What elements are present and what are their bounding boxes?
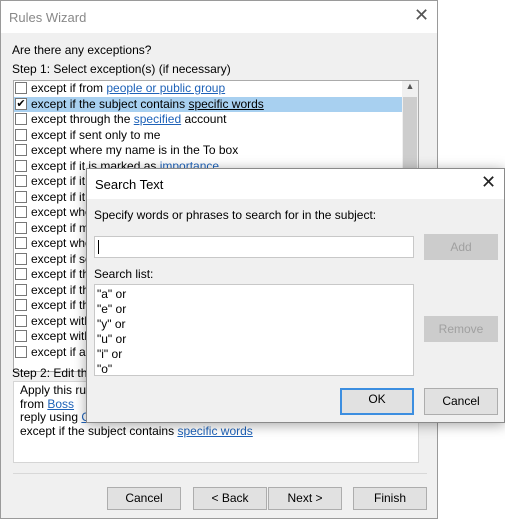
exception-label: except where my name is in the To box — [31, 143, 238, 158]
checkbox[interactable] — [15, 252, 27, 265]
remove-button[interactable]: Remove — [424, 316, 498, 342]
step1-label: Step 1: Select exception(s) (if necessar… — [12, 62, 231, 76]
exception-text: except through the — [31, 112, 134, 126]
search-list-item[interactable]: "e" or — [97, 302, 411, 317]
checkbox[interactable] — [15, 144, 27, 156]
search-text-dialog: Search Text ✕ Specify words or phrases t… — [86, 168, 505, 423]
checkbox[interactable] — [15, 175, 27, 187]
exception-label: except if from people or public group — [31, 81, 225, 96]
checkbox[interactable] — [15, 314, 27, 327]
search-list-label: Search list: — [94, 267, 154, 281]
exception-text: except if sent only to me — [31, 127, 161, 142]
checkbox[interactable] — [15, 283, 27, 296]
search-words-input[interactable] — [94, 236, 414, 258]
search-list-item[interactable]: "i" or — [97, 347, 411, 362]
exception-label: except with — [31, 329, 91, 344]
checkbox[interactable] — [15, 82, 27, 94]
dialog-title-bar: Search Text ✕ — [87, 169, 504, 199]
exception-label: except if the subject contains specific … — [31, 97, 264, 112]
desc-text: except if the subject contains — [20, 423, 178, 438]
checkbox[interactable] — [15, 299, 27, 311]
exception-text: except with — [31, 313, 92, 328]
window-title: Rules Wizard — [9, 10, 87, 25]
add-button[interactable]: Add — [424, 234, 498, 260]
exception-row[interactable]: except where my name is in the To box — [14, 143, 402, 159]
ok-button[interactable]: OK — [340, 388, 414, 415]
checkbox[interactable] — [15, 345, 27, 358]
text-caret — [98, 240, 99, 254]
prompt-label: Specify words or phrases to search for i… — [94, 208, 377, 222]
checkbox[interactable] — [15, 330, 27, 342]
exception-text: account — [181, 112, 227, 126]
exception-text: except where my name is in the To box — [31, 143, 239, 157]
back-button[interactable]: < Back — [193, 487, 267, 510]
scroll-up-icon[interactable]: ▲ — [402, 81, 418, 97]
exception-text: except if the subject contains — [31, 96, 189, 111]
dialog-cancel-button[interactable]: Cancel — [424, 388, 498, 415]
checkbox[interactable] — [15, 221, 27, 234]
divider — [13, 473, 427, 474]
question-label: Are there any exceptions? — [12, 43, 152, 57]
search-list[interactable]: "a" or "e" or "y" or "u" or "i" or "o" — [94, 284, 414, 376]
checkbox-checked[interactable]: ✔ — [15, 97, 27, 110]
checkbox[interactable] — [15, 113, 27, 125]
exception-link[interactable]: specific words — [188, 97, 263, 111]
desc-text: reply using — [20, 410, 82, 424]
checkbox[interactable] — [15, 128, 27, 141]
checkbox[interactable] — [15, 237, 27, 249]
checkbox[interactable] — [15, 159, 27, 172]
exception-link[interactable]: people or public group — [106, 81, 225, 95]
exception-row[interactable]: except if sent only to me — [14, 128, 402, 144]
search-list-item[interactable]: "y" or — [97, 317, 411, 332]
dialog-title: Search Text — [95, 177, 164, 192]
checkbox[interactable] — [15, 190, 27, 203]
exception-label: except if sent only to me — [31, 128, 160, 143]
exception-label: except with — [31, 314, 91, 329]
exception-label: except through the specified account — [31, 112, 227, 127]
search-list-item[interactable]: "a" or — [97, 287, 411, 302]
specific-words-link[interactable]: specific words — [177, 424, 252, 438]
checkbox[interactable] — [15, 206, 27, 218]
exception-row[interactable]: ✔ except if the subject contains specific… — [14, 96, 402, 112]
exception-text: except with — [31, 329, 92, 343]
exception-row[interactable]: except if from people or public group — [14, 81, 402, 97]
next-button[interactable]: Next > — [268, 487, 342, 510]
exception-row[interactable]: except through the specified account — [14, 112, 402, 128]
desc-text: from — [20, 396, 48, 411]
close-icon[interactable]: ✕ — [481, 172, 496, 193]
search-list-item[interactable]: "o" — [97, 362, 411, 375]
cancel-button[interactable]: Cancel — [107, 487, 181, 510]
exception-link[interactable]: specified — [134, 112, 181, 126]
close-icon[interactable]: ✕ — [414, 5, 429, 26]
checkbox[interactable] — [15, 268, 27, 280]
title-bar: Rules Wizard ✕ — [1, 1, 437, 33]
exception-text: except if from — [31, 81, 107, 95]
finish-button[interactable]: Finish — [353, 487, 427, 510]
search-list-item[interactable]: "u" or — [97, 332, 411, 347]
boss-link[interactable]: Boss — [47, 397, 74, 411]
